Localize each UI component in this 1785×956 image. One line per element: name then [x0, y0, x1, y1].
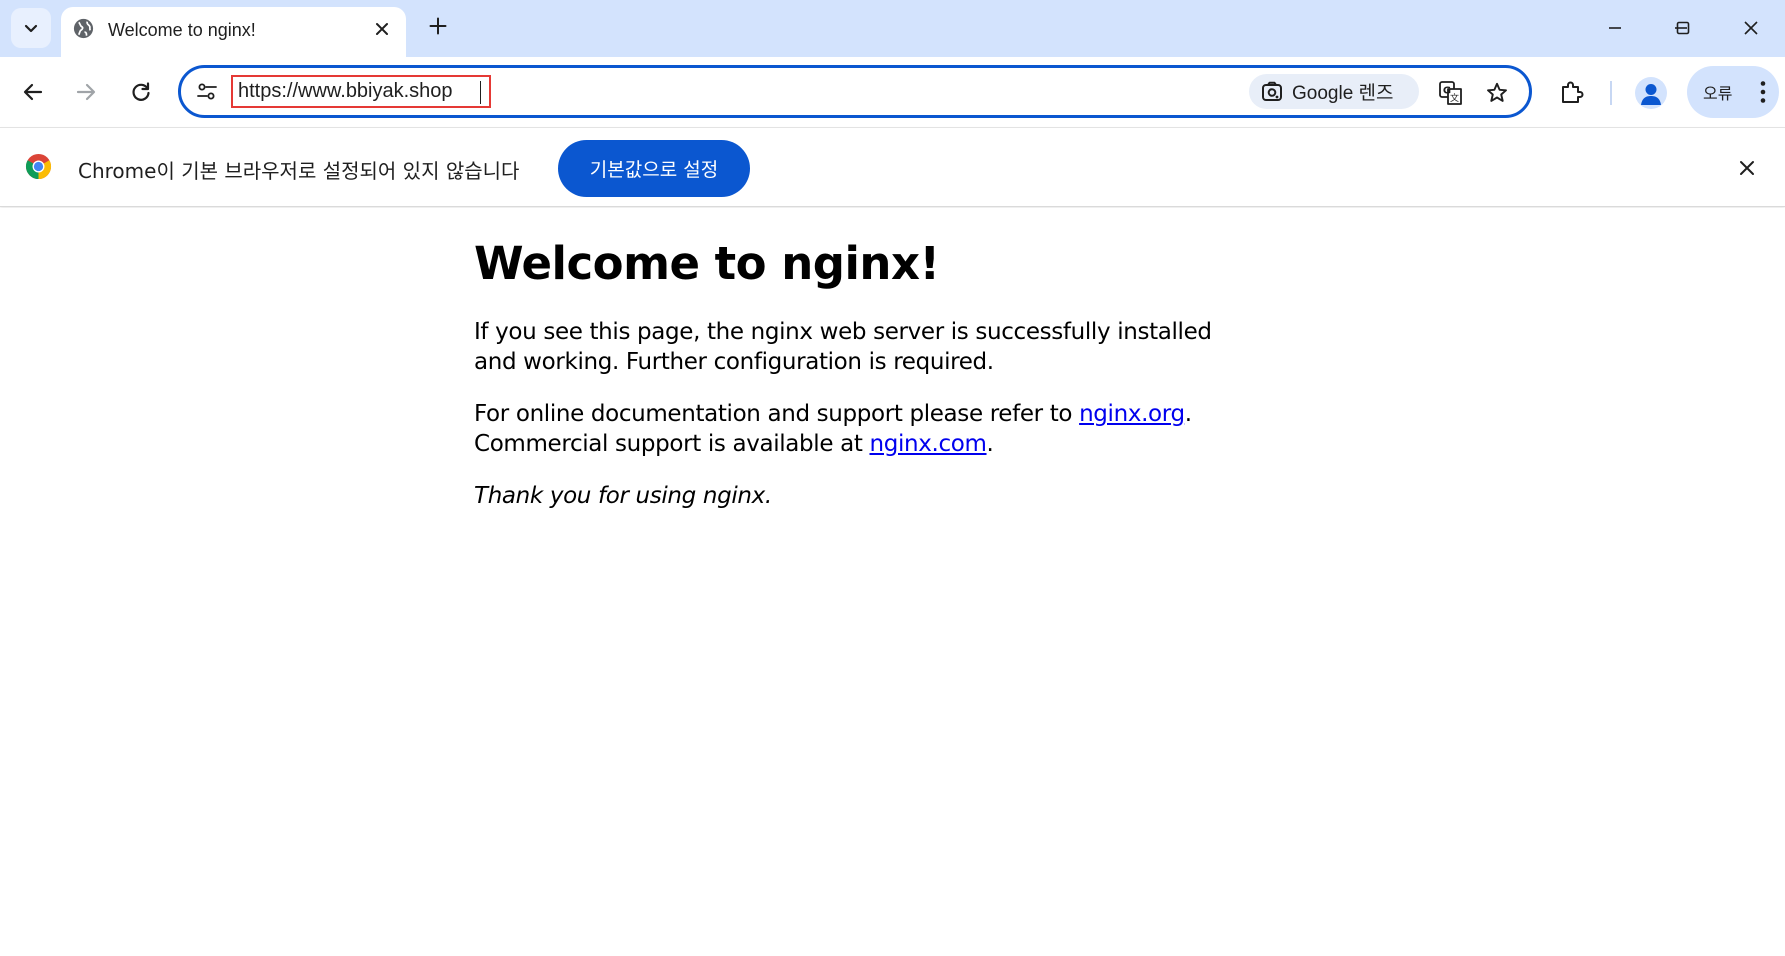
window-maximize-button[interactable] [1648, 0, 1718, 56]
close-icon [376, 23, 388, 35]
forward-button[interactable] [67, 73, 105, 111]
window-close-button[interactable] [1716, 0, 1785, 56]
arrow-right-icon [76, 83, 96, 101]
toolbar: https://www.bbiyak.shop Google 렌즈 G 文 오류 [0, 57, 1785, 127]
tab-search-button[interactable] [11, 8, 51, 48]
tab-active[interactable]: Welcome to nginx! [61, 7, 406, 57]
nginx-com-link[interactable]: nginx.com [869, 431, 986, 457]
toolbar-separator [1610, 81, 1612, 105]
close-icon [1744, 21, 1758, 35]
default-browser-infobar: Chrome이 기본 브라우저로 설정되어 있지 않습니다 기본값으로 설정 [0, 127, 1785, 207]
address-bar[interactable]: https://www.bbiyak.shop Google 렌즈 G 文 [178, 65, 1532, 118]
lens-icon [1262, 81, 1282, 101]
window-minimize-button[interactable] [1580, 0, 1650, 56]
nginx-org-link[interactable]: nginx.org [1079, 401, 1185, 427]
support-text-3: Commercial support is available at [474, 430, 870, 457]
person-icon [1641, 84, 1661, 105]
page-heading: Welcome to nginx! [474, 237, 940, 290]
google-lens-label: Google 렌즈 [1292, 83, 1394, 104]
chrome-logo-icon [25, 153, 52, 180]
site-info-button[interactable] [194, 80, 220, 104]
translate-button[interactable]: G 文 [1435, 78, 1467, 108]
nginx-welcome-page: Welcome to nginx! If you see this page, … [474, 238, 1244, 535]
puzzle-icon [1562, 81, 1584, 103]
arrow-left-icon [23, 83, 43, 101]
thanks-paragraph: Thank you for using nginx. [474, 482, 1244, 512]
intro-paragraph: If you see this page, the nginx web serv… [474, 318, 1244, 377]
text-caret [480, 81, 481, 104]
maximize-icon [1676, 21, 1690, 35]
page-content: Welcome to nginx! If you see this page, … [0, 208, 1785, 956]
tab-close-button[interactable] [368, 15, 396, 43]
tune-icon [197, 83, 217, 100]
url-highlight-box[interactable]: https://www.bbiyak.shop [231, 75, 491, 108]
translate-icon: G 文 [1439, 81, 1462, 105]
globe-icon [73, 18, 94, 39]
new-tab-button[interactable] [422, 10, 454, 42]
thanks-text: Thank you for using nginx. [474, 483, 772, 509]
chevron-down-icon [24, 24, 38, 33]
support-text-2: . [1184, 401, 1192, 427]
bookmark-button[interactable] [1481, 78, 1513, 108]
svg-text:文: 文 [1450, 92, 1459, 104]
support-text-1: For online documentation and support ple… [474, 401, 1080, 427]
tab-title: Welcome to nginx! [108, 20, 256, 40]
minimize-icon [1609, 27, 1621, 29]
intro-text: If you see this page, the nginx web serv… [474, 319, 1212, 375]
profile-error-label: 오류 [1703, 84, 1733, 103]
url-text[interactable]: https://www.bbiyak.shop [238, 80, 453, 103]
tab-strip: Welcome to nginx! [0, 0, 1785, 57]
extensions-button[interactable] [1553, 73, 1591, 111]
support-paragraph: For online documentation and support ple… [474, 400, 1244, 459]
profile-avatar[interactable] [1635, 77, 1667, 109]
set-default-button[interactable]: 기본값으로 설정 [558, 140, 750, 197]
profile-error-chip[interactable]: 오류 [1687, 66, 1779, 118]
reload-button[interactable] [122, 73, 160, 111]
star-icon [1487, 82, 1507, 102]
infobar-close-button[interactable] [1732, 153, 1762, 183]
browser-window: Welcome to nginx! https://www.bbiyak.sho… [0, 0, 1785, 956]
infobar-message: Chrome이 기본 브라우저로 설정되어 있지 않습니다 [78, 159, 520, 183]
more-vert-icon[interactable] [1760, 80, 1766, 104]
back-button[interactable] [14, 73, 52, 111]
plus-icon [429, 17, 447, 35]
google-lens-chip[interactable]: Google 렌즈 [1249, 74, 1419, 109]
support-text-4: . [986, 430, 994, 457]
close-icon [1740, 161, 1754, 175]
reload-icon [132, 82, 150, 101]
